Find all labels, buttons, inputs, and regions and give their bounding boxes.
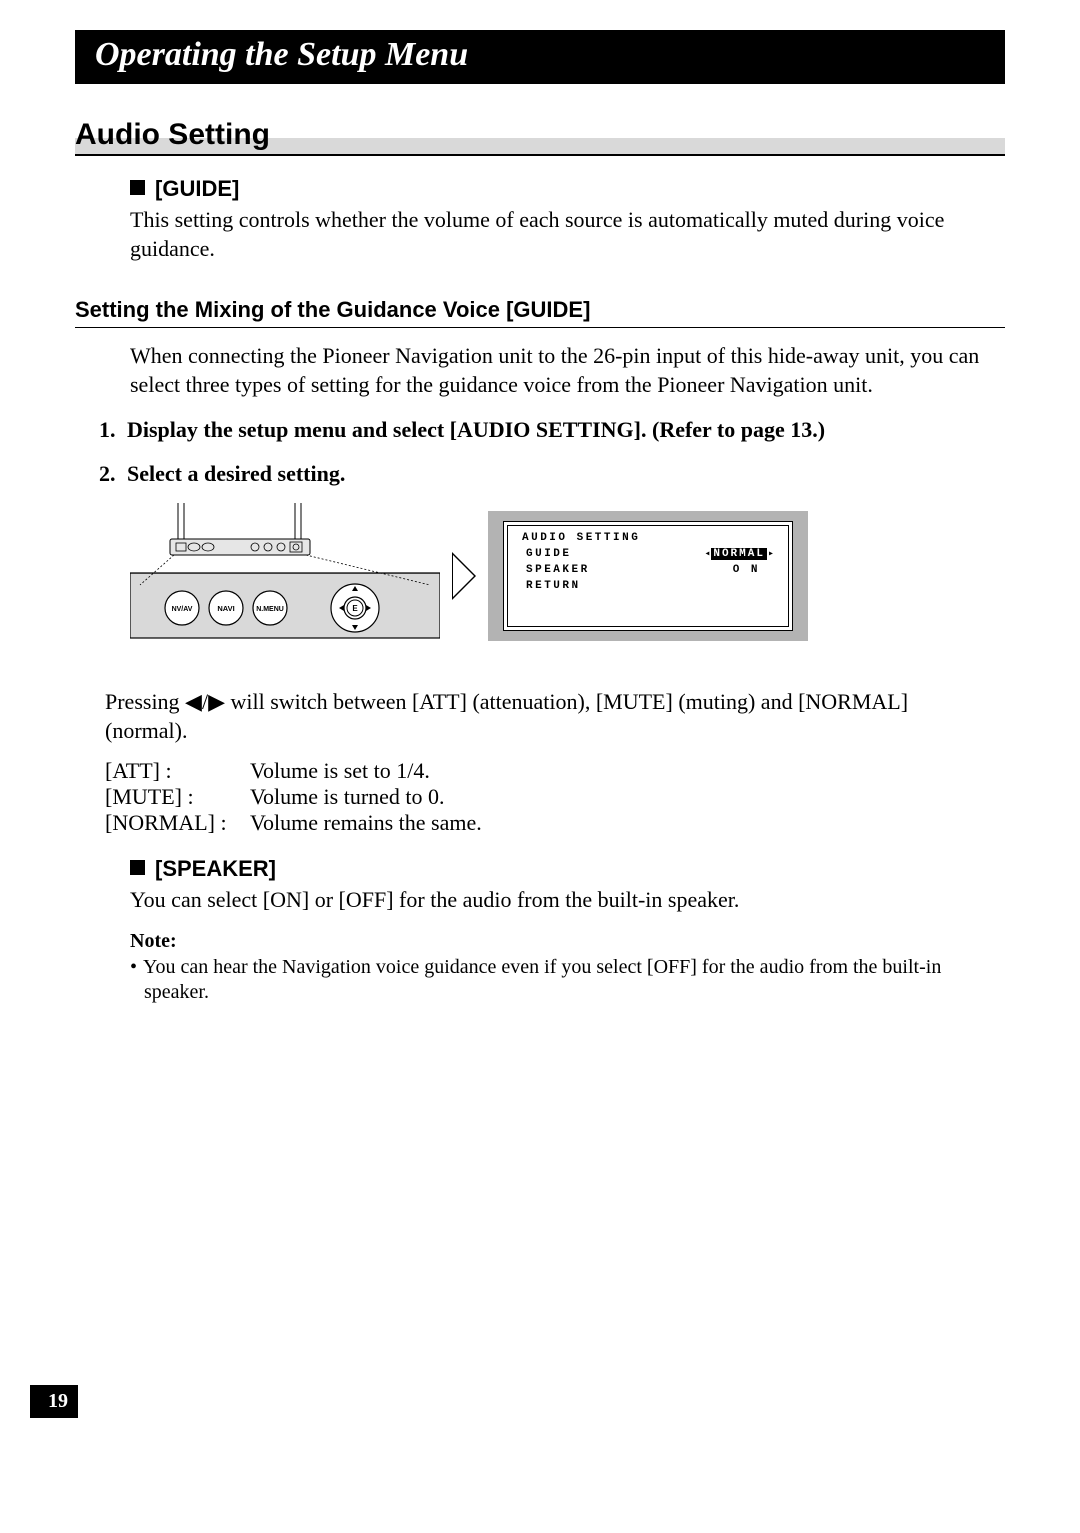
- square-bullet-icon: [130, 860, 145, 875]
- guide-body: This setting controls whether the volume…: [130, 206, 995, 263]
- mixing-heading: Setting the Mixing of the Guidance Voice…: [75, 297, 1005, 328]
- screen-row-guide-label: GUIDE: [526, 548, 572, 560]
- speaker-heading-text: [SPEAKER]: [155, 856, 276, 881]
- pointer-arrow-icon: [452, 552, 476, 600]
- display-screen-inner: AUDIO SETTING GUIDE NORMAL SPEAKER O N R…: [503, 521, 793, 631]
- svg-text:N.MENU: N.MENU: [256, 606, 284, 613]
- def-att-value: Volume is set to 1/4.: [250, 758, 482, 784]
- device-diagram: NV/AV NAVI N.MENU E: [130, 503, 440, 648]
- page: Operating the Setup Menu Audio Setting […: [0, 0, 1080, 1458]
- step-1-num: 1.: [99, 417, 127, 443]
- def-normal-value: Volume remains the same.: [250, 810, 482, 836]
- screen-row-return-label: RETURN: [526, 580, 581, 592]
- bullet-icon: •: [130, 956, 137, 978]
- speaker-body: You can select [ON] or [OFF] for the aud…: [130, 886, 995, 915]
- title-bar: Operating the Setup Menu: [75, 30, 1005, 84]
- diagram-row: NV/AV NAVI N.MENU E AUDIO SETTING GUIDE …: [130, 503, 1005, 648]
- svg-text:NAVI: NAVI: [217, 604, 234, 613]
- screen-row-speaker-value: O N: [733, 564, 774, 576]
- guide-heading: [GUIDE]: [130, 176, 1005, 202]
- svg-text:NV/AV: NV/AV: [172, 606, 193, 613]
- svg-text:E: E: [352, 604, 358, 613]
- footer: 19: [30, 1385, 1005, 1418]
- def-mute-value: Volume is turned to 0.: [250, 784, 482, 810]
- screen-title: AUDIO SETTING: [522, 532, 640, 544]
- def-mute: [MUTE] : Volume is turned to 0.: [105, 784, 482, 810]
- def-mute-label: [MUTE] :: [105, 784, 250, 810]
- screen-row-guide-value: NORMAL: [704, 548, 774, 560]
- def-normal-label: [NORMAL] :: [105, 810, 250, 836]
- square-bullet-icon: [130, 180, 145, 195]
- def-normal: [NORMAL] : Volume remains the same.: [105, 810, 482, 836]
- def-att: [ATT] : Volume is set to 1/4.: [105, 758, 482, 784]
- pressing-text: Pressing ◀/▶ will switch between [ATT] (…: [105, 688, 995, 745]
- note-label: Note:: [130, 930, 1005, 953]
- step-2: 2.Select a desired setting.: [99, 461, 1005, 487]
- screen-row-speaker-label: SPEAKER: [526, 564, 590, 576]
- page-number: 19: [30, 1385, 78, 1418]
- guide-heading-text: [GUIDE]: [155, 176, 239, 201]
- note-body-text: You can hear the Navigation voice guidan…: [143, 956, 941, 1003]
- step-2-text: Select a desired setting.: [127, 461, 345, 486]
- speaker-heading: [SPEAKER]: [130, 856, 1005, 882]
- step-2-num: 2.: [99, 461, 127, 487]
- step-1: 1.Display the setup menu and select [AUD…: [99, 417, 1005, 443]
- section-title-audio-setting: Audio Setting: [75, 118, 1005, 156]
- display-screen: AUDIO SETTING GUIDE NORMAL SPEAKER O N R…: [488, 511, 808, 641]
- mixing-intro: When connecting the Pioneer Navigation u…: [130, 342, 995, 399]
- def-att-label: [ATT] :: [105, 758, 250, 784]
- note-body: • You can hear the Navigation voice guida…: [130, 955, 995, 1005]
- step-1-text: Display the setup menu and select [AUDIO…: [127, 417, 825, 442]
- definitions-table: [ATT] : Volume is set to 1/4. [MUTE] : V…: [105, 758, 482, 836]
